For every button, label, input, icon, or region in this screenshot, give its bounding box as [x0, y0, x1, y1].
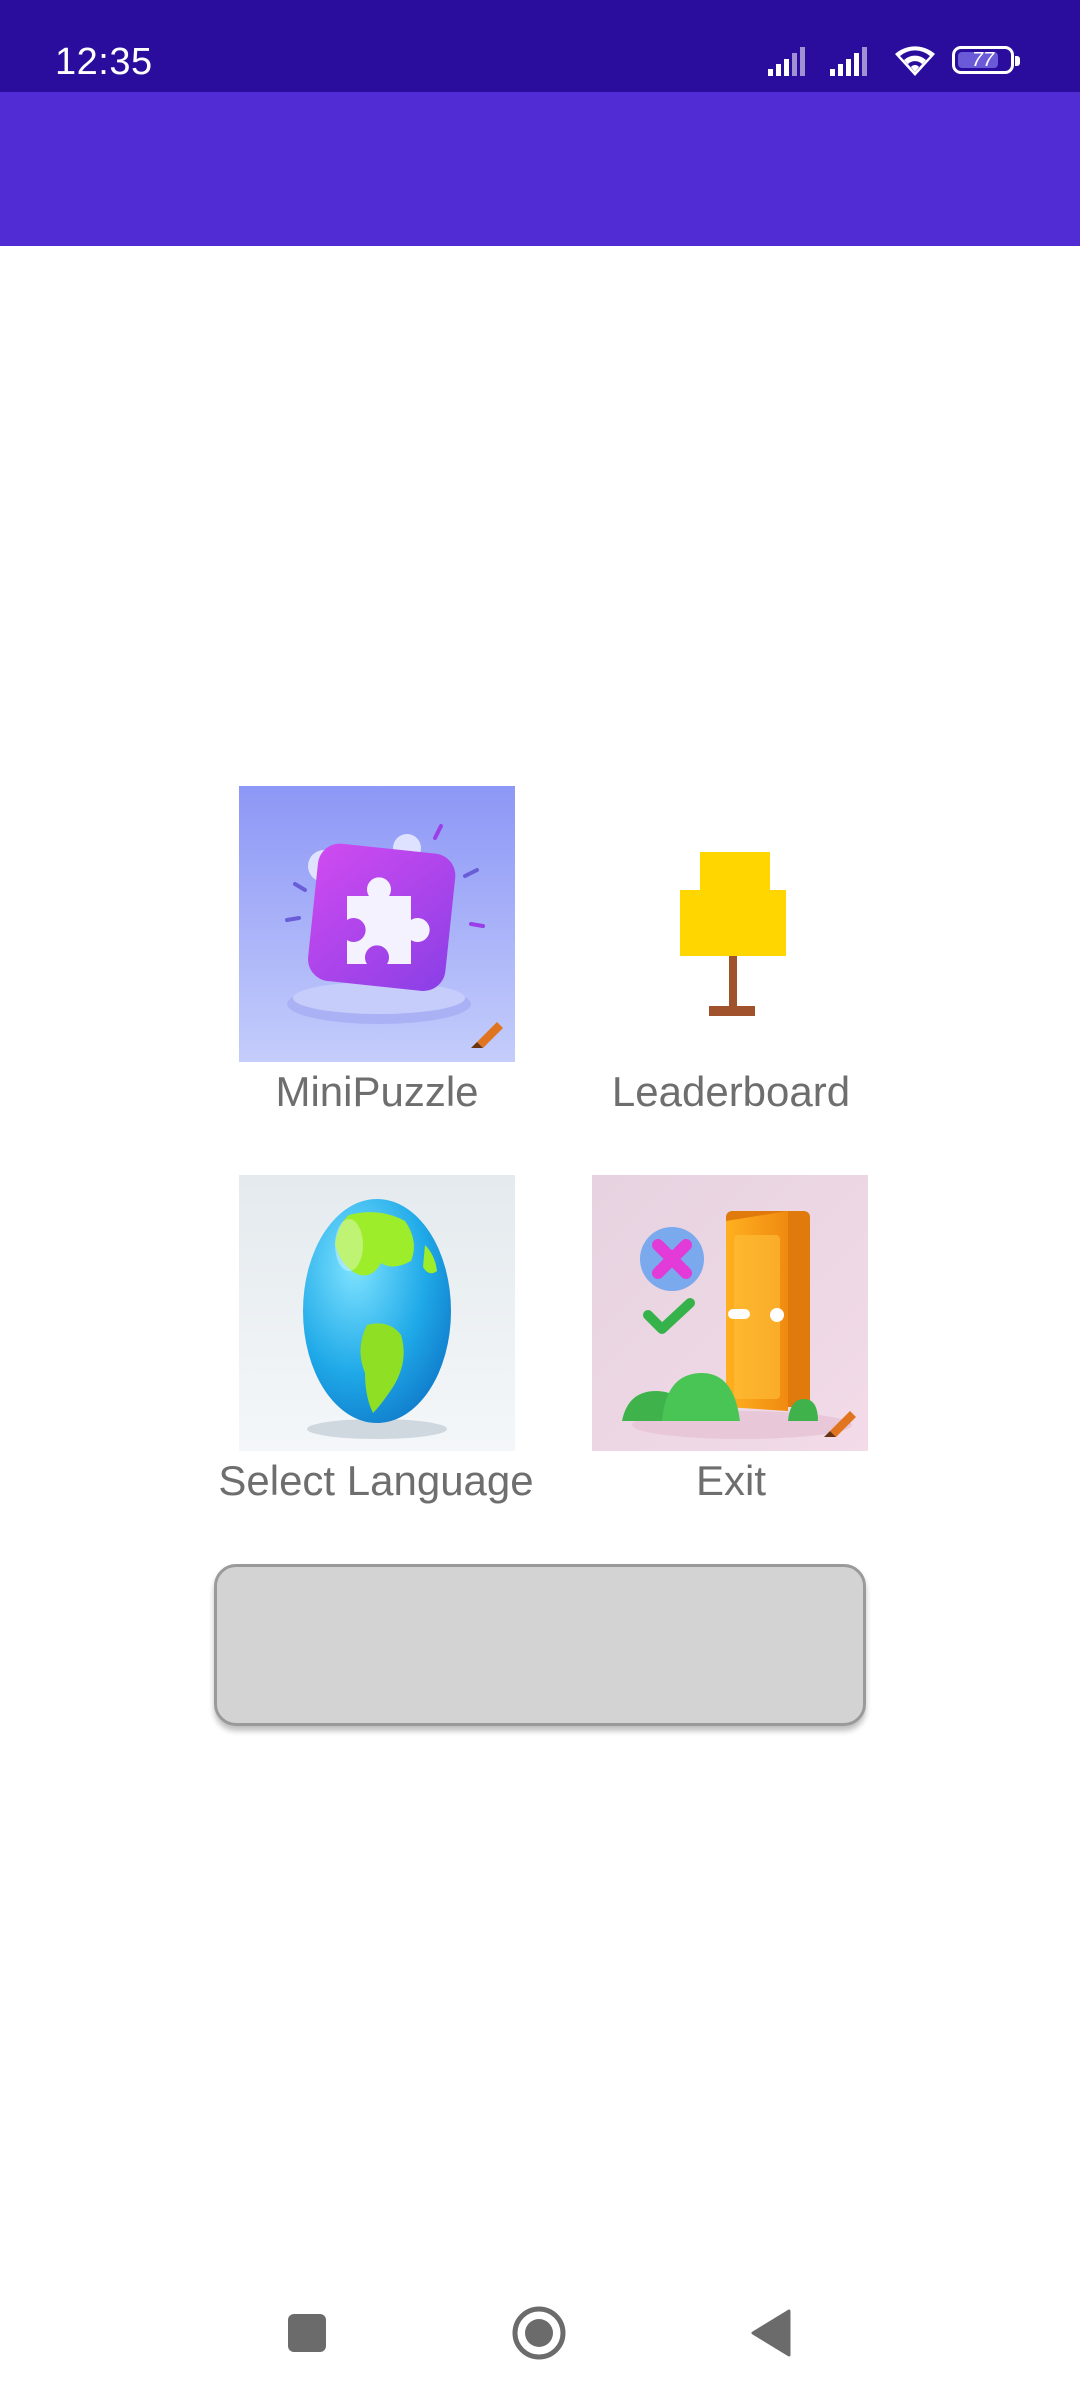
- app-bar: [0, 92, 1080, 246]
- puzzle-icon: [239, 786, 515, 1062]
- home-icon: [511, 2305, 567, 2366]
- back-button[interactable]: [726, 2290, 816, 2380]
- back-icon: [749, 2309, 793, 2362]
- wifi-icon: [892, 42, 938, 78]
- select-language-label: Select Language: [218, 1457, 534, 1504]
- exit-label: Exit: [695, 1457, 767, 1504]
- recents-icon: [287, 2313, 327, 2358]
- signal-icon: [768, 43, 816, 77]
- home-button[interactable]: [494, 2290, 584, 2380]
- battery-icon: 77: [952, 46, 1020, 74]
- exit-button[interactable]: [592, 1175, 868, 1451]
- globe-icon: [239, 1175, 515, 1451]
- leaderboard-label: Leaderboard: [611, 1068, 851, 1115]
- trophy-lamp-icon: [680, 852, 786, 1016]
- status-bar: 12:35 77: [0, 0, 1080, 92]
- action-button[interactable]: [214, 1564, 866, 1726]
- battery-level: 77: [971, 48, 995, 71]
- door-icon: [592, 1175, 868, 1451]
- status-time: 12:35: [55, 41, 153, 83]
- recents-button[interactable]: [262, 2290, 352, 2380]
- leaderboard-button[interactable]: [592, 786, 868, 1062]
- minipuzzle-button[interactable]: [239, 786, 515, 1062]
- signal-icon: [830, 43, 878, 77]
- navigation-bar: [0, 2290, 1080, 2380]
- minipuzzle-label: MiniPuzzle: [275, 1068, 479, 1115]
- status-icons: 77: [768, 38, 1020, 82]
- select-language-button[interactable]: [239, 1175, 515, 1451]
